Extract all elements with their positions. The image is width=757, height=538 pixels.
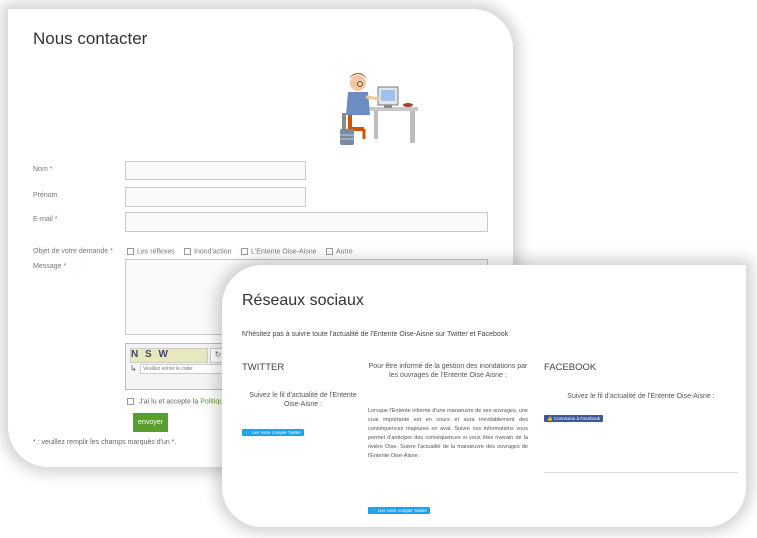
option-inondaction[interactable]: Inond'action <box>184 248 232 255</box>
required-marker: * <box>54 216 58 223</box>
message-label-text: Message <box>33 263 62 270</box>
contact-title: Nous contacter <box>33 29 148 48</box>
nom-label-text: Nom <box>33 166 48 173</box>
required-footnote: * : veuillez remplir les champs marqués … <box>33 439 177 446</box>
twitter-link-label: Lier votre compte Twitter <box>251 430 302 435</box>
checkbox[interactable] <box>184 248 191 255</box>
email-label-text: E-mail <box>33 216 53 223</box>
email-label: E-mail * <box>33 216 58 223</box>
option-label: L'Entente Oise-Aisne <box>251 248 317 256</box>
social-intro: N'hésitez pas à suivre toute l'actualité… <box>242 331 509 338</box>
objet-label: Objet de votre demande * <box>33 248 113 255</box>
send-button[interactable]: envoyer <box>133 413 168 432</box>
facebook-connect-label: Connexion à Facebook <box>553 416 601 421</box>
option-label: Inond'action <box>194 248 232 256</box>
option-les-reflexes[interactable]: Les réflexes <box>127 248 175 255</box>
prenom-label: Prénom <box>33 192 58 199</box>
twitter-link-button[interactable]: 🐦 Lier votre compte Twitter <box>242 429 305 436</box>
option-label: Autre <box>336 248 353 256</box>
arrow-icon: ↳ <box>130 364 137 373</box>
captcha-input[interactable] <box>140 364 224 374</box>
twitter-title: TWITTER <box>242 362 285 373</box>
nom-field[interactable] <box>125 161 306 180</box>
twitter-link-label: Lier votre compte Twitter <box>377 508 428 513</box>
twitter-text: Suivez le fil d'actualité de l'Entente O… <box>249 392 357 408</box>
facebook-title: FACEBOOK <box>544 362 597 373</box>
email-field[interactable] <box>125 212 488 232</box>
required-marker: * <box>110 248 113 255</box>
checkbox[interactable] <box>241 248 248 255</box>
option-entente-oise-aisne[interactable]: L'Entente Oise-Aisne <box>241 248 317 255</box>
facebook-connect-button[interactable]: 👍 Connexion à Facebook <box>544 415 604 422</box>
nom-label: Nom * <box>33 166 52 173</box>
option-autre[interactable]: Autre <box>326 248 353 255</box>
option-label: Les réflexes <box>137 248 175 256</box>
message-label: Message * <box>33 263 66 270</box>
prenom-field[interactable] <box>125 187 306 207</box>
thumbs-up-icon: 👍 <box>547 416 553 421</box>
middle-body: Lorsque l'Entente informe d'une manœuvre… <box>368 408 528 459</box>
twitter-icon: 🐦 <box>371 508 377 513</box>
captcha-image: N S W <box>130 348 208 363</box>
social-card: Réseaux sociaux N'hésitez pas à suivre t… <box>222 265 746 527</box>
checkbox[interactable] <box>326 248 333 255</box>
objet-label-text: Objet de votre demande <box>33 248 109 255</box>
social-title: Réseaux sociaux <box>242 292 364 309</box>
accept-text: J'ai lu et accepte la <box>138 398 199 406</box>
captcha-widget: N S W ↻ ↳ <box>125 343 229 390</box>
facebook-text: Suivez le fil d'actualité de l'Entente O… <box>567 393 715 400</box>
divider <box>544 472 738 473</box>
twitter-icon: 🐦 <box>245 430 251 435</box>
accept-policy[interactable]: J'ai lu et accepte la Politique <box>127 398 227 405</box>
middle-heading: Pour être informé de la gestion des inon… <box>368 363 528 379</box>
checkbox[interactable] <box>127 248 134 255</box>
middle-twitter-link-button[interactable]: 🐦 Lier votre compte Twitter <box>368 507 431 514</box>
person-at-computer-illustration <box>340 73 418 145</box>
required-marker: * <box>63 263 67 270</box>
required-marker: * <box>49 166 53 173</box>
checkbox[interactable] <box>127 398 134 405</box>
